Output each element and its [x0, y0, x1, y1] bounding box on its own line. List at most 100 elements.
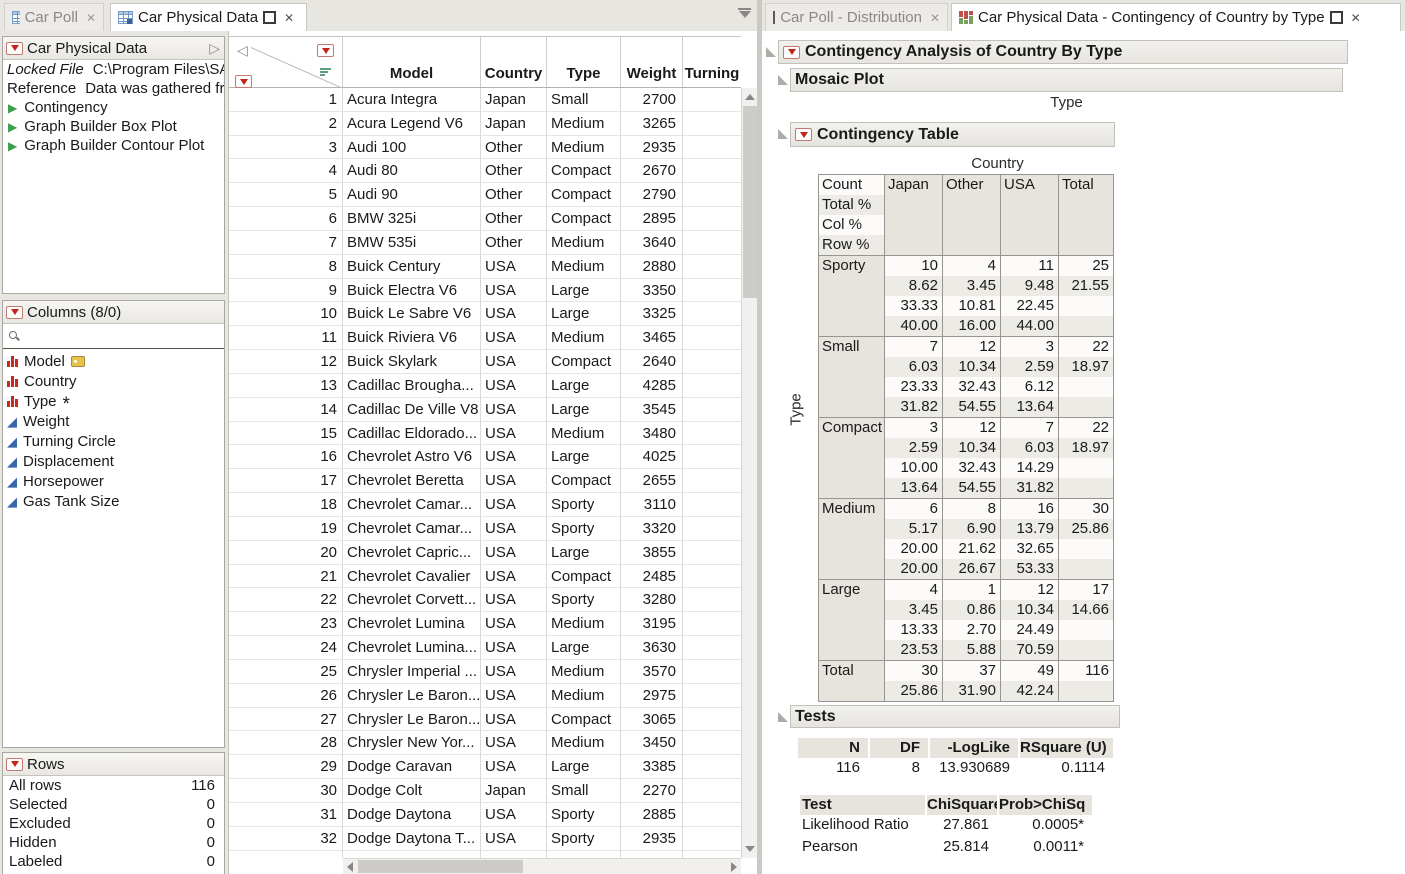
- model-cell[interactable]: Audi 80: [343, 159, 481, 183]
- country-cell[interactable]: USA: [481, 636, 547, 660]
- type-cell[interactable]: Large: [547, 541, 621, 565]
- grid-column-header[interactable]: Country: [481, 37, 547, 87]
- turning-cell[interactable]: [683, 636, 741, 660]
- grid-row[interactable]: 3Audi 100OtherMedium2935: [229, 136, 741, 160]
- grid-row[interactable]: 5Audi 90OtherCompact2790: [229, 183, 741, 207]
- country-cell[interactable]: USA: [481, 827, 547, 851]
- red-triangle-menu-icon[interactable]: [783, 46, 800, 59]
- rows-stat-row[interactable]: All rows116: [3, 776, 224, 795]
- country-cell[interactable]: USA: [481, 541, 547, 565]
- row-number-cell[interactable]: 5: [229, 183, 343, 207]
- rows-stat-row[interactable]: Hidden0: [3, 833, 224, 852]
- scroll-right-icon[interactable]: [731, 862, 737, 872]
- grid-row[interactable]: 17Chevrolet BerettaUSACompact2655: [229, 469, 741, 493]
- grid-row[interactable]: 11Buick Riviera V6USAMedium3465: [229, 326, 741, 350]
- country-cell[interactable]: USA: [481, 803, 547, 827]
- close-icon[interactable]: ✕: [930, 11, 940, 25]
- weight-cell[interactable]: 4025: [621, 445, 683, 469]
- type-cell[interactable]: Medium: [547, 684, 621, 708]
- grid-row[interactable]: 15Cadillac Eldorado...USAMedium3480: [229, 422, 741, 446]
- type-cell[interactable]: Medium: [547, 112, 621, 136]
- rows-stat-row[interactable]: Selected0: [3, 795, 224, 814]
- row-number-cell[interactable]: 24: [229, 636, 343, 660]
- row-number-cell[interactable]: 25: [229, 660, 343, 684]
- turning-cell[interactable]: [683, 350, 741, 374]
- grid-row[interactable]: 28Chrysler New Yor...USAMedium3450: [229, 731, 741, 755]
- type-cell[interactable]: Large: [547, 636, 621, 660]
- type-cell[interactable]: Compact: [547, 207, 621, 231]
- turning-cell[interactable]: [683, 588, 741, 612]
- row-number-cell[interactable]: 22: [229, 588, 343, 612]
- country-cell[interactable]: USA: [481, 445, 547, 469]
- model-cell[interactable]: Chevrolet Lumina...: [343, 636, 481, 660]
- grid-corner-collapse-icon[interactable]: ◁: [237, 43, 248, 57]
- model-cell[interactable]: Acura Integra: [343, 88, 481, 112]
- country-cell[interactable]: USA: [481, 565, 547, 589]
- type-cell[interactable]: Medium: [547, 326, 621, 350]
- type-cell[interactable]: Medium: [547, 255, 621, 279]
- weight-cell[interactable]: 2485: [621, 565, 683, 589]
- weight-cell[interactable]: 2270: [621, 779, 683, 803]
- country-cell[interactable]: Japan: [481, 88, 547, 112]
- weight-cell[interactable]: 2790: [621, 183, 683, 207]
- grid-row[interactable]: 16Chevrolet Astro V6USALarge4025: [229, 445, 741, 469]
- weight-cell[interactable]: 3110: [621, 493, 683, 517]
- scroll-down-icon[interactable]: [745, 846, 755, 852]
- tab-list-dropdown-icon[interactable]: [738, 8, 751, 18]
- turning-cell[interactable]: [683, 755, 741, 779]
- row-number-cell[interactable]: 8: [229, 255, 343, 279]
- tab-car-poll[interactable]: Car Poll ✕: [4, 3, 104, 31]
- turning-cell[interactable]: [683, 684, 741, 708]
- country-cell[interactable]: USA: [481, 684, 547, 708]
- turning-cell[interactable]: [683, 731, 741, 755]
- model-cell[interactable]: Chevrolet Camar...: [343, 493, 481, 517]
- table-script-item[interactable]: ▶Contingency: [3, 98, 224, 117]
- type-cell[interactable]: Large: [547, 445, 621, 469]
- column-item[interactable]: ◢Displacement: [3, 451, 224, 471]
- model-cell[interactable]: Dodge Caravan: [343, 755, 481, 779]
- row-number-cell[interactable]: 14: [229, 398, 343, 422]
- close-icon[interactable]: ✕: [284, 11, 294, 25]
- row-number-cell[interactable]: 21: [229, 565, 343, 589]
- type-cell[interactable]: Large: [547, 755, 621, 779]
- column-item[interactable]: Type*: [3, 391, 224, 411]
- row-number-cell[interactable]: 23: [229, 612, 343, 636]
- weight-cell[interactable]: 2655: [621, 469, 683, 493]
- rows-panel-header[interactable]: Rows: [3, 753, 224, 776]
- weight-cell[interactable]: 3385: [621, 755, 683, 779]
- rows-menu-icon[interactable]: [235, 75, 252, 88]
- country-cell[interactable]: USA: [481, 660, 547, 684]
- grid-row[interactable]: 22Chevrolet Corvett...USASporty3280: [229, 588, 741, 612]
- scroll-left-icon[interactable]: [347, 862, 353, 872]
- close-icon[interactable]: ✕: [1351, 11, 1361, 25]
- rows-stat-row[interactable]: Labeled0: [3, 852, 224, 871]
- tests-outline-header[interactable]: Tests: [790, 705, 1120, 728]
- red-triangle-menu-icon[interactable]: [6, 758, 23, 771]
- columns-panel-header[interactable]: Columns (8/0): [3, 301, 224, 324]
- grid-row[interactable]: 19Chevrolet Camar...USASporty3320: [229, 517, 741, 541]
- vertical-scrollbar[interactable]: [741, 88, 757, 858]
- disclosure-icon[interactable]: [778, 75, 788, 85]
- type-cell[interactable]: Medium: [547, 731, 621, 755]
- grid-row[interactable]: 7BMW 535iOtherMedium3640: [229, 231, 741, 255]
- disclosure-icon[interactable]: [778, 129, 788, 139]
- row-number-cell[interactable]: 16: [229, 445, 343, 469]
- country-cell[interactable]: Other: [481, 207, 547, 231]
- turning-cell[interactable]: [683, 207, 741, 231]
- row-number-cell[interactable]: 26: [229, 684, 343, 708]
- country-cell[interactable]: Japan: [481, 112, 547, 136]
- type-cell[interactable]: Sporty: [547, 493, 621, 517]
- weight-cell[interactable]: 3480: [621, 422, 683, 446]
- turning-cell[interactable]: [683, 326, 741, 350]
- row-number-cell[interactable]: 18: [229, 493, 343, 517]
- weight-cell[interactable]: 3265: [621, 112, 683, 136]
- contingency-table-outline-header[interactable]: Contingency Table: [790, 122, 1115, 147]
- turning-cell[interactable]: [683, 255, 741, 279]
- type-cell[interactable]: Medium: [547, 231, 621, 255]
- model-cell[interactable]: Chevrolet Beretta: [343, 469, 481, 493]
- weight-cell[interactable]: 3280: [621, 588, 683, 612]
- model-cell[interactable]: Buick Skylark: [343, 350, 481, 374]
- turning-cell[interactable]: [683, 493, 741, 517]
- grid-column-header[interactable]: Turning: [683, 37, 741, 87]
- model-cell[interactable]: Dodge Colt: [343, 779, 481, 803]
